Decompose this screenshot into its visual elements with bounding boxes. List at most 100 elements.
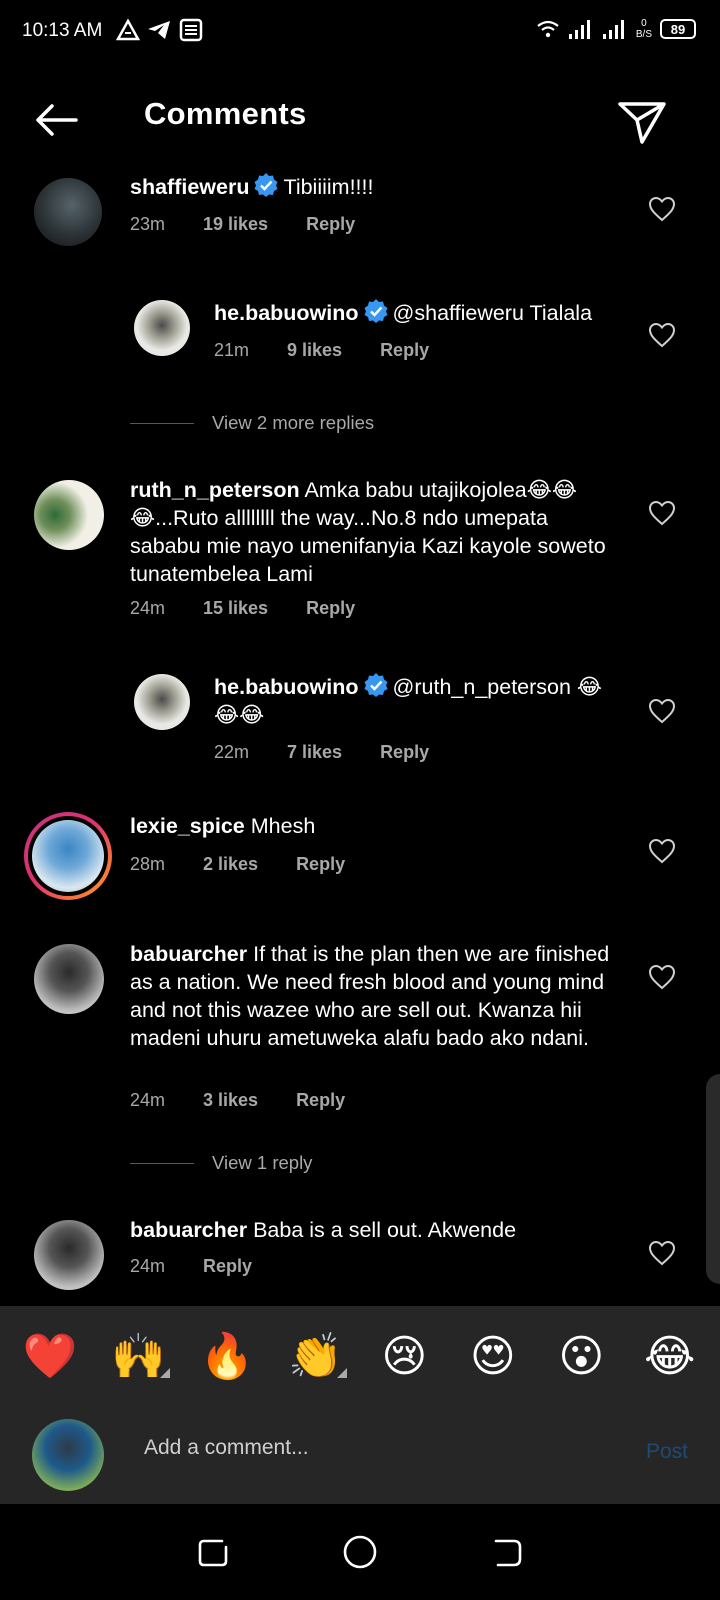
current-user-avatar xyxy=(32,1419,104,1491)
comment-likes[interactable]: 9 likes xyxy=(287,340,342,361)
comment-body: babuarcher Baba is a sell out. Akwende xyxy=(130,1216,620,1244)
comment-time: 21m xyxy=(214,340,250,360)
home-button[interactable] xyxy=(340,1532,380,1572)
telegram-icon xyxy=(148,21,170,39)
emoji-laughing[interactable]: 😂 xyxy=(635,1331,705,1382)
reply-button[interactable]: Reply xyxy=(380,742,429,763)
comment-time: 24m xyxy=(130,1256,166,1276)
comment-input[interactable]: Add a comment... xyxy=(144,1436,309,1460)
comment-username[interactable]: he.babuowino xyxy=(214,301,359,325)
divider xyxy=(130,422,194,424)
comment-username[interactable]: shaffieweru xyxy=(130,175,249,199)
comment-body: he.babuowino @ruth_n_peterson 😂😂😂 xyxy=(214,672,614,729)
comment-text: Tibiiiim!!!! xyxy=(283,175,374,199)
comment-text: @shaffieweru Tialala xyxy=(392,301,593,325)
status-notification-icons xyxy=(116,18,204,42)
avatar[interactable] xyxy=(34,944,104,1014)
avatar[interactable] xyxy=(34,480,104,550)
comment-likes[interactable]: 2 likes xyxy=(203,854,258,875)
heart-icon[interactable] xyxy=(648,322,676,348)
reply-button[interactable]: Reply xyxy=(306,598,355,619)
comment-text: Mhesh xyxy=(250,814,316,838)
avatar[interactable] xyxy=(134,300,190,356)
home-circle-icon xyxy=(343,1535,377,1569)
emoji-fire[interactable]: 🔥 xyxy=(192,1330,262,1382)
send-icon xyxy=(618,102,666,144)
comment-likes[interactable]: 3 likes xyxy=(203,1090,258,1111)
status-system-icons: 0 B/S 89 xyxy=(536,18,696,40)
heart-icon[interactable] xyxy=(648,838,676,864)
comment-meta: 24m Reply xyxy=(130,1256,290,1277)
view-replies-label: View 2 more replies xyxy=(212,412,375,433)
avatar[interactable] xyxy=(34,1220,104,1290)
reply-button[interactable]: Reply xyxy=(296,854,345,875)
reply-button[interactable]: Reply xyxy=(306,214,355,235)
comment-likes[interactable]: 19 likes xyxy=(203,214,268,235)
news-icon xyxy=(179,18,203,42)
verified-badge-icon xyxy=(254,173,278,197)
comment-body: he.babuowino @shaffieweru Tialala xyxy=(214,298,634,327)
divider xyxy=(130,1162,194,1164)
reply-button[interactable]: Reply xyxy=(380,340,429,361)
status-time: 10:13 AM xyxy=(22,20,103,41)
scrollbar-handle[interactable] xyxy=(706,1074,720,1284)
comment-username[interactable]: babuarcher xyxy=(130,942,247,966)
reply-button[interactable]: Reply xyxy=(296,1090,345,1111)
comments-list[interactable]: shaffieweru Tibiiiim!!!! 23m 19 likes Rep… xyxy=(0,170,720,1306)
emoji-crying[interactable]: 😢 xyxy=(369,1331,439,1382)
comment-meta: 28m 2 likes Reply xyxy=(130,854,383,875)
back-button[interactable] xyxy=(28,96,84,144)
comment-meta: 24m 3 likes Reply xyxy=(130,1090,383,1111)
comment-time: 28m xyxy=(130,854,166,874)
comment-username[interactable]: he.babuowino xyxy=(214,675,359,699)
emoji-clapping[interactable]: 👏 xyxy=(281,1330,351,1382)
triangle-app-icon xyxy=(116,19,140,41)
comment-meta: 22m 7 likes Reply xyxy=(214,742,467,763)
network-speed: 0 B/S xyxy=(636,18,652,40)
post-button[interactable]: Post xyxy=(646,1440,688,1464)
avatar[interactable] xyxy=(32,820,104,892)
recents-button[interactable] xyxy=(193,1532,233,1572)
emoji-heart[interactable]: ❤️ xyxy=(15,1330,85,1382)
comment-text: Baba is a sell out. Akwende xyxy=(253,1218,517,1242)
avatar[interactable] xyxy=(134,674,190,730)
recents-icon xyxy=(199,1539,228,1567)
heart-icon[interactable] xyxy=(648,964,676,990)
avatar[interactable] xyxy=(34,178,102,246)
view-more-replies-button[interactable]: View 1 reply xyxy=(130,1152,312,1174)
system-nav-bar xyxy=(0,1504,720,1600)
signal-icon-2 xyxy=(602,20,624,39)
heart-icon[interactable] xyxy=(648,698,676,724)
skin-tone-indicator xyxy=(336,1368,347,1378)
emoji-surprised[interactable]: 😮 xyxy=(546,1331,616,1382)
skin-tone-indicator xyxy=(159,1368,170,1378)
comment-username[interactable]: ruth_n_peterson xyxy=(130,478,300,502)
comment-username[interactable]: babuarcher xyxy=(130,1218,247,1242)
arrow-left-icon xyxy=(36,104,78,136)
share-button[interactable] xyxy=(616,96,668,148)
comment-username[interactable]: lexie_spice xyxy=(130,814,245,838)
heart-icon[interactable] xyxy=(648,500,676,526)
comment-time: 22m xyxy=(214,742,250,762)
back-nav-button[interactable] xyxy=(487,1532,527,1572)
comment-time: 24m xyxy=(130,598,166,618)
view-more-replies-button[interactable]: View 2 more replies xyxy=(130,412,374,434)
comment-time: 23m xyxy=(130,214,166,234)
comment-likes[interactable]: 7 likes xyxy=(287,742,342,763)
reply-button[interactable]: Reply xyxy=(203,1256,252,1277)
network-speed-value: 0 xyxy=(641,18,647,29)
comment-meta: 23m 19 likes Reply xyxy=(130,214,393,235)
heart-icon[interactable] xyxy=(648,1240,676,1266)
heart-icon[interactable] xyxy=(648,196,676,222)
comment-likes[interactable]: 15 likes xyxy=(203,598,268,619)
emoji-quick-bar: ❤️ 🙌 🔥 👏 😢 😍 😮 😂 xyxy=(0,1306,720,1406)
comment-body: lexie_spice Mhesh xyxy=(130,812,620,840)
comment-meta: 21m 9 likes Reply xyxy=(214,340,467,361)
emoji-heart-eyes[interactable]: 😍 xyxy=(458,1331,528,1382)
signal-icon-1 xyxy=(568,20,590,39)
battery-level: 89 xyxy=(670,21,686,37)
emoji-raising-hands[interactable]: 🙌 xyxy=(104,1330,174,1382)
wifi-icon xyxy=(537,20,559,38)
add-comment-bar: Add a comment... Post xyxy=(0,1406,720,1504)
comment-meta: 24m 15 likes Reply xyxy=(130,598,393,619)
